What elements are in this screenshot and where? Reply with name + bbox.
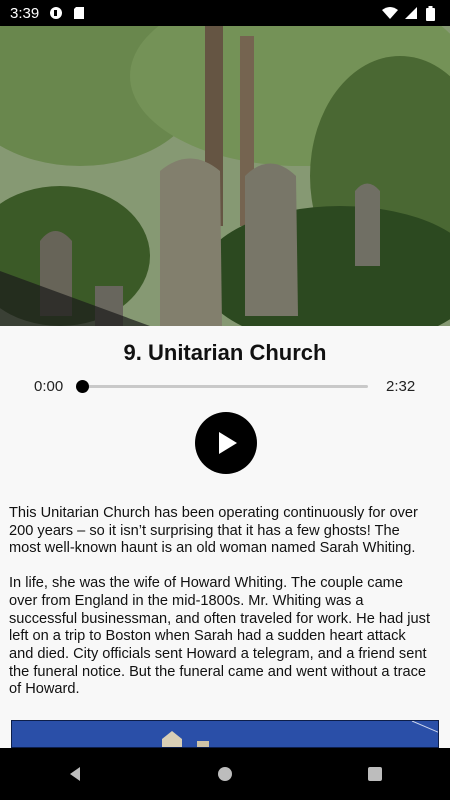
recents-button[interactable]: [355, 754, 395, 794]
duration-time: 2:32: [386, 378, 416, 395]
status-time: 3:39: [10, 4, 40, 22]
cell-signal-icon: [404, 6, 418, 20]
church-image: [11, 720, 439, 748]
stop-title: 9. Unitarian Church: [123, 340, 327, 365]
back-icon: [70, 767, 80, 781]
navigation-bar: [0, 748, 450, 800]
seek-bar[interactable]: [82, 385, 368, 388]
home-icon: [218, 767, 232, 781]
graveyard-photo: [0, 26, 450, 326]
back-button[interactable]: [55, 754, 95, 794]
status-bar: 3:39: [0, 0, 450, 26]
recents-icon: [368, 767, 382, 781]
play-button[interactable]: [195, 412, 257, 474]
notification-icon: [49, 6, 63, 20]
sd-card-icon: [73, 6, 87, 20]
play-icon: [219, 432, 237, 454]
article-body: This Unitarian Church has been operating…: [9, 505, 434, 716]
current-time: 0:00: [34, 378, 64, 395]
home-button[interactable]: [205, 754, 245, 794]
seek-thumb[interactable]: [76, 380, 89, 393]
hero-image: [0, 26, 450, 326]
wifi-icon: [382, 6, 398, 20]
church-photo: [12, 721, 438, 747]
article-paragraph: In life, she was the wife of Howard Whit…: [9, 575, 431, 698]
article-paragraph: This Unitarian Church has been operating…: [9, 505, 418, 557]
battery-icon: [426, 6, 440, 21]
